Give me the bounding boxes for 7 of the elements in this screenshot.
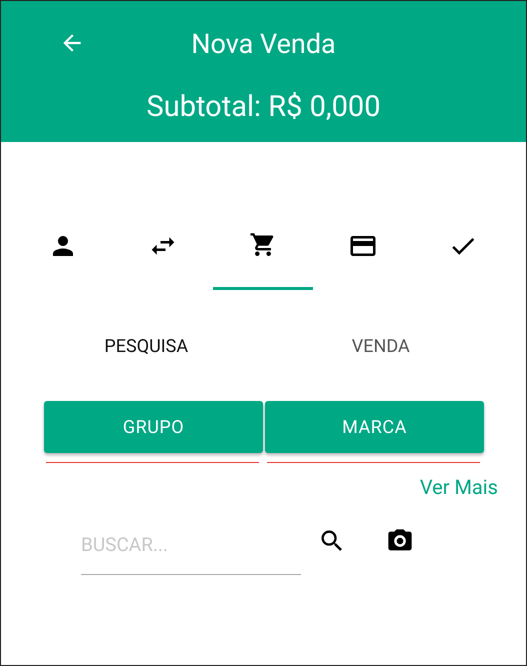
filter-button[interactable]: MARCA — [265, 401, 484, 453]
filter-button[interactable]: GRUPO — [44, 401, 263, 453]
tab[interactable]: PESQUISA — [29, 326, 264, 367]
see-more-link[interactable]: Ver Mais — [420, 475, 498, 499]
screen-title: Nova Venda — [191, 28, 336, 60]
subtotal-text: Subtotal: R$ 0,000 — [146, 90, 381, 124]
tab[interactable]: VENDA — [264, 326, 498, 367]
